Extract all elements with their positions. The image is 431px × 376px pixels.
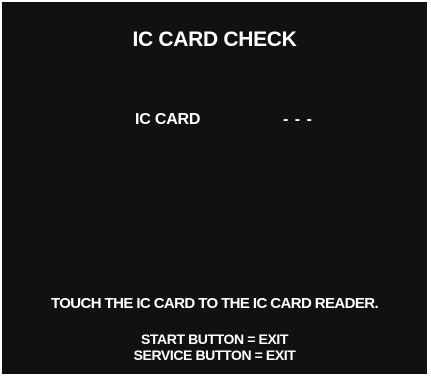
ic-card-check-screen: IC CARD CHECK IC CARD - - - TOUCH THE IC… <box>2 2 427 374</box>
ic-card-label: IC CARD <box>135 111 201 128</box>
instruction-text: TOUCH THE IC CARD TO THE IC CARD READER. <box>50 295 379 312</box>
ic-card-status-value: - - - <box>283 111 313 128</box>
screen-title: IC CARD CHECK <box>132 28 297 51</box>
start-button-exit-hint: START BUTTON = EXIT <box>140 331 289 347</box>
service-button-exit-hint: SERVICE BUTTON = EXIT <box>133 347 296 363</box>
